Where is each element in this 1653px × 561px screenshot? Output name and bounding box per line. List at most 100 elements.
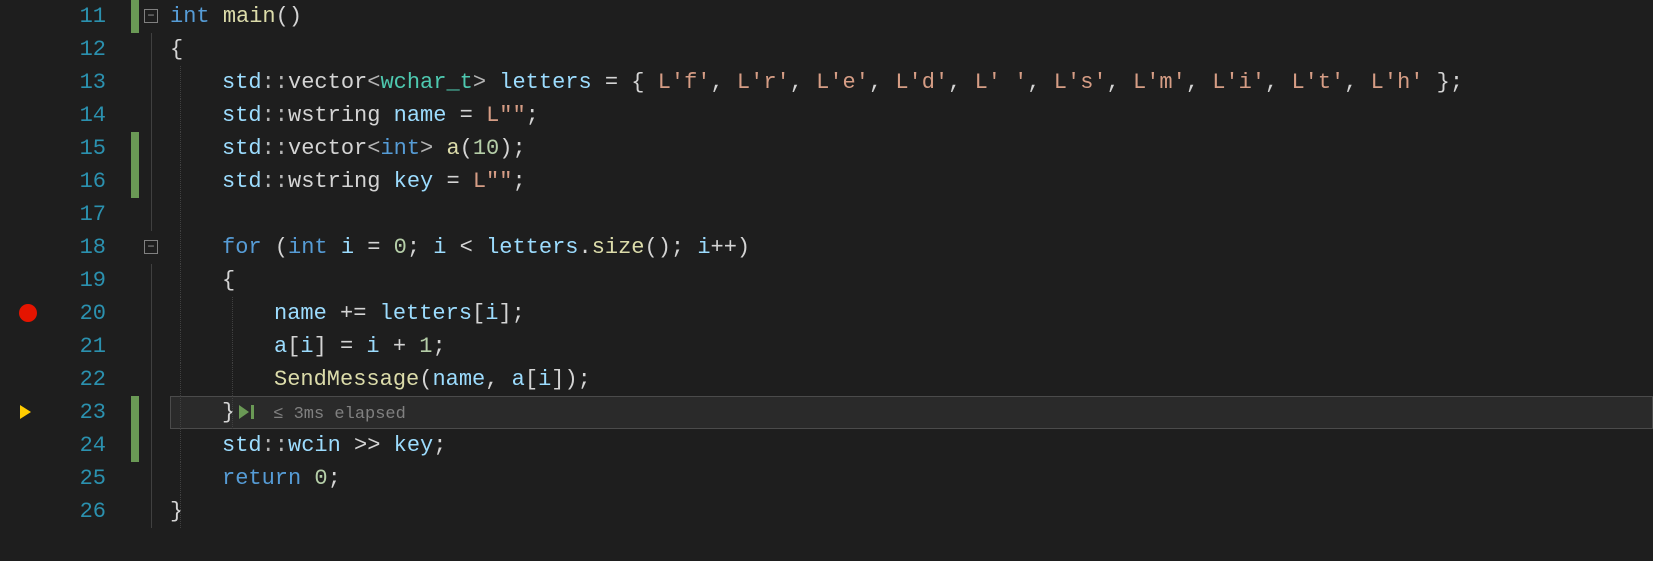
breakpoint-icon[interactable] — [19, 304, 37, 322]
code-line[interactable]: name += letters[i]; — [170, 297, 1653, 330]
glyph-row[interactable] — [0, 429, 48, 462]
line-number[interactable]: 24 — [48, 429, 106, 462]
modified-indicator — [131, 132, 139, 165]
glyph-row[interactable] — [0, 495, 48, 528]
code-line[interactable]: std::wstring name = L""; — [170, 99, 1653, 132]
glyph-row[interactable] — [0, 99, 48, 132]
fold-row[interactable] — [142, 198, 166, 231]
line-number[interactable]: 17 — [48, 198, 106, 231]
line-number[interactable]: 16 — [48, 165, 106, 198]
code-line[interactable]: std::vector<wchar_t> letters = { L'f', L… — [170, 66, 1653, 99]
line-number[interactable]: 23 — [48, 396, 106, 429]
fold-row[interactable] — [142, 297, 166, 330]
fold-guide — [151, 198, 152, 231]
code-line[interactable]: { — [170, 264, 1653, 297]
code-line[interactable]: std::wstring key = L""; — [170, 165, 1653, 198]
code-line[interactable]: int main() — [170, 0, 1653, 33]
code-text[interactable]: std::wstring key = L""; — [170, 169, 526, 194]
code-text[interactable]: int main() — [170, 4, 302, 29]
code-line[interactable]: a[i] = i + 1; — [170, 330, 1653, 363]
glyph-row[interactable] — [0, 396, 48, 429]
glyph-row[interactable] — [0, 231, 48, 264]
line-number[interactable]: 20 — [48, 297, 106, 330]
fold-row[interactable] — [142, 33, 166, 66]
fold-toggle-icon[interactable]: − — [144, 240, 158, 254]
fold-row[interactable] — [142, 264, 166, 297]
line-number[interactable]: 11 — [48, 0, 106, 33]
fold-row[interactable] — [142, 462, 166, 495]
glyph-row[interactable] — [0, 462, 48, 495]
change-row — [128, 297, 142, 330]
fold-row[interactable] — [142, 396, 166, 429]
fold-row[interactable]: − — [142, 231, 166, 264]
indent-guide — [232, 297, 233, 330]
glyph-row[interactable] — [0, 264, 48, 297]
fold-guide — [151, 99, 152, 132]
indent-guide — [180, 297, 181, 330]
fold-column[interactable]: −− — [142, 0, 166, 561]
code-text[interactable]: std::vector<wchar_t> letters = { L'f', L… — [170, 70, 1463, 95]
code-text[interactable]: return 0; — [170, 466, 341, 491]
glyph-row[interactable] — [0, 330, 48, 363]
code-text[interactable]: std::vector<int> a(10); — [170, 136, 526, 161]
line-number-column[interactable]: 11121314151617181920212223242526 — [48, 0, 128, 561]
indent-guide — [180, 198, 181, 231]
code-line[interactable]: }≤ 3ms elapsed — [170, 396, 1653, 429]
line-number[interactable]: 14 — [48, 99, 106, 132]
perf-hint: ≤ 3ms elapsed — [273, 405, 406, 424]
line-number[interactable]: 15 — [48, 132, 106, 165]
code-text[interactable]: } — [170, 499, 183, 524]
glyph-row[interactable] — [0, 0, 48, 33]
fold-row[interactable] — [142, 495, 166, 528]
code-text[interactable]: a[i] = i + 1; — [170, 334, 446, 359]
code-area[interactable]: int main(){std::vector<wchar_t> letters … — [166, 0, 1653, 561]
glyph-row[interactable] — [0, 297, 48, 330]
fold-row[interactable]: − — [142, 0, 166, 33]
glyph-row[interactable] — [0, 198, 48, 231]
code-text[interactable]: std::wcin >> key; — [170, 433, 446, 458]
run-to-click-icon[interactable] — [239, 396, 259, 429]
code-text[interactable]: SendMessage(name, a[i]); — [170, 367, 591, 392]
indent-guide — [180, 330, 181, 363]
fold-row[interactable] — [142, 363, 166, 396]
fold-row[interactable] — [142, 99, 166, 132]
code-text[interactable]: name += letters[i]; — [170, 301, 525, 326]
fold-row[interactable] — [142, 330, 166, 363]
code-line[interactable]: std::wcin >> key; — [170, 429, 1653, 462]
glyph-row[interactable] — [0, 132, 48, 165]
code-text[interactable]: { — [170, 37, 183, 62]
code-line[interactable]: { — [170, 33, 1653, 66]
line-number[interactable]: 26 — [48, 495, 106, 528]
line-number[interactable]: 25 — [48, 462, 106, 495]
code-line[interactable]: std::vector<int> a(10); — [170, 132, 1653, 165]
indent-guide — [232, 363, 233, 396]
line-number[interactable]: 21 — [48, 330, 106, 363]
line-number[interactable]: 18 — [48, 231, 106, 264]
glyph-margin[interactable] — [0, 0, 48, 561]
fold-row[interactable] — [142, 429, 166, 462]
fold-guide — [151, 165, 152, 198]
fold-row[interactable] — [142, 66, 166, 99]
fold-row[interactable] — [142, 165, 166, 198]
fold-toggle-icon[interactable]: − — [144, 9, 158, 23]
line-number[interactable]: 22 — [48, 363, 106, 396]
line-number[interactable]: 12 — [48, 33, 106, 66]
code-line[interactable]: } — [170, 495, 1653, 528]
glyph-row[interactable] — [0, 33, 48, 66]
indent-guide — [180, 66, 181, 99]
glyph-row[interactable] — [0, 66, 48, 99]
line-number[interactable]: 19 — [48, 264, 106, 297]
code-line[interactable] — [170, 198, 1653, 231]
code-text[interactable]: for (int i = 0; i < letters.size(); i++) — [170, 235, 750, 260]
line-number[interactable]: 13 — [48, 66, 106, 99]
code-line[interactable]: SendMessage(name, a[i]); — [170, 363, 1653, 396]
code-text[interactable]: std::wstring name = L""; — [170, 103, 539, 128]
change-indicator-column — [128, 0, 142, 561]
fold-guide — [151, 264, 152, 297]
glyph-row[interactable] — [0, 165, 48, 198]
code-line[interactable]: return 0; — [170, 462, 1653, 495]
glyph-row[interactable] — [0, 363, 48, 396]
fold-row[interactable] — [142, 132, 166, 165]
code-editor[interactable]: 11121314151617181920212223242526 −− int … — [0, 0, 1653, 561]
code-line[interactable]: for (int i = 0; i < letters.size(); i++) — [170, 231, 1653, 264]
